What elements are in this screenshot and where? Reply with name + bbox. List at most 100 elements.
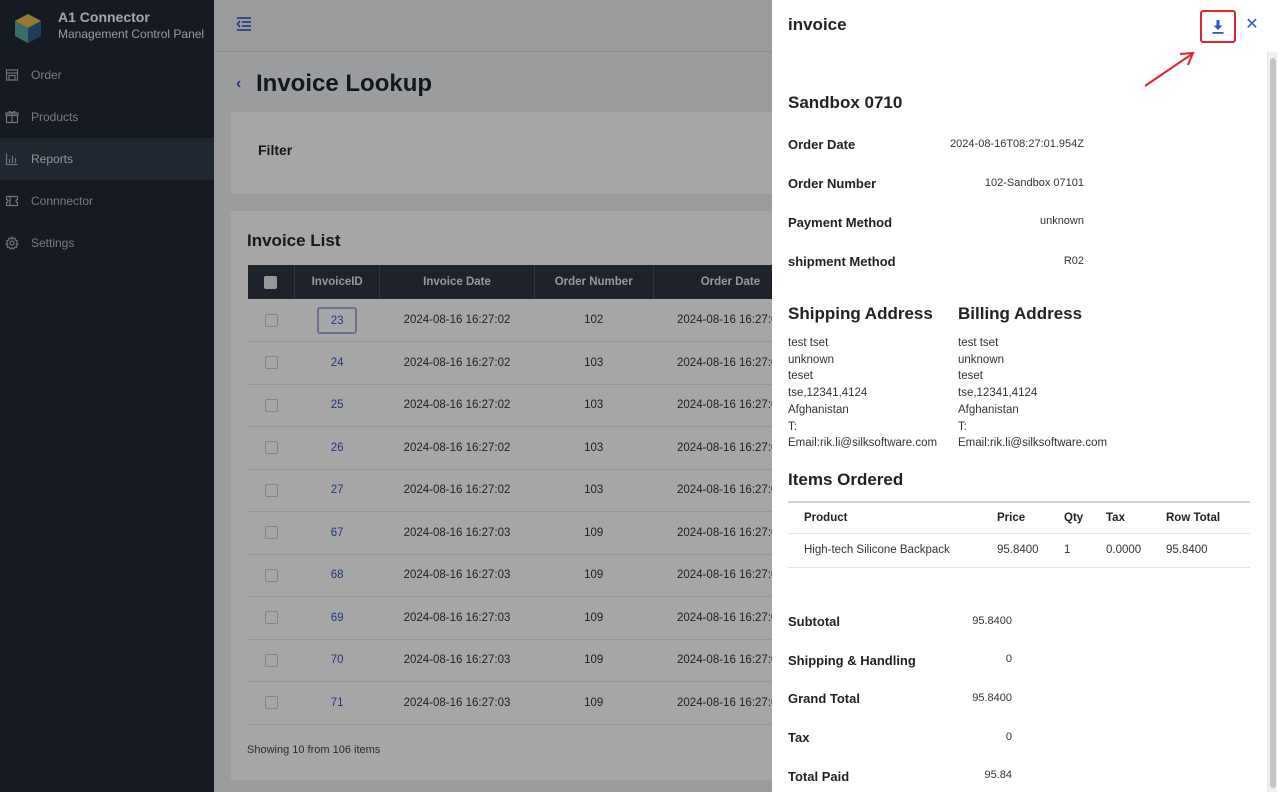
sidebar-item-label: Products: [31, 110, 79, 124]
chevron-left-icon[interactable]: ‹: [236, 76, 250, 92]
row-checkbox[interactable]: [264, 568, 278, 582]
download-button[interactable]: [1200, 10, 1236, 43]
select-all-checkbox[interactable]: [264, 275, 278, 289]
table-row: 69 2024-08-16 16:27:03 109 2024-08-16 16…: [248, 596, 808, 640]
items-ordered-heading: Items Ordered: [788, 470, 904, 489]
invoice-date-cell: 2024-08-16 16:27:02: [379, 299, 535, 342]
invoice-date-cell: 2024-08-16 16:27:03: [379, 596, 535, 640]
drawer-scrollbar[interactable]: [1267, 52, 1277, 792]
column-header[interactable]: Invoice Date: [379, 265, 535, 299]
address-line: Afghanistan: [788, 403, 849, 416]
table-row: 24 2024-08-16 16:27:02 103 2024-08-16 16…: [248, 341, 808, 385]
detail-value: unknown: [1039, 215, 1084, 227]
row-total-cell: 95.8400: [1166, 533, 1250, 568]
row-checkbox[interactable]: [264, 611, 278, 625]
table-row: 27 2024-08-16 16:27:02 103 2024-08-16 16…: [248, 469, 808, 512]
address-line: tse,12341,4124: [958, 387, 1038, 400]
row-checkbox[interactable]: [264, 696, 278, 710]
column-header: Row Total: [1166, 502, 1250, 534]
invoice-id-link[interactable]: 71: [331, 697, 344, 709]
invoice-id-link[interactable]: 70: [331, 654, 344, 666]
items-table: Product Price Qty Tax Row Total High-tec…: [788, 501, 1250, 568]
invoice-date-cell: 2024-08-16 16:27:02: [379, 341, 535, 385]
invoice-id-link[interactable]: 23: [317, 306, 358, 334]
order-number-cell: 109: [534, 511, 654, 555]
address-line: tse,12341,4124: [788, 387, 868, 400]
invoice-id-cell: 27: [294, 469, 380, 512]
shipping-handling-label: Shipping & Handling: [788, 653, 916, 668]
address-line: Email:rik.li@silksoftware.com: [788, 437, 938, 450]
invoice-id-link[interactable]: 27: [331, 484, 344, 496]
order-number-cell: 109: [534, 596, 654, 640]
close-icon[interactable]: ✕: [1244, 14, 1260, 33]
brand: A1 Connector Management Control Panel: [12, 8, 204, 44]
column-header[interactable]: Order Number: [534, 265, 654, 299]
detail-value: 102-Sandbox 07101: [984, 177, 1084, 189]
sidebar: A1 Connector Management Control Panel Or…: [0, 0, 214, 792]
column-header[interactable]: InvoiceID: [294, 265, 381, 299]
tax-cell: 0.0000: [1106, 533, 1166, 568]
row-checkbox[interactable]: [264, 483, 278, 497]
bar-chart-icon: [5, 152, 19, 166]
address-line: unknown: [958, 353, 1005, 366]
table-row: 70 2024-08-16 16:27:03 109 2024-08-16 16…: [248, 639, 808, 682]
menu-fold-icon[interactable]: [234, 14, 254, 34]
column-header: Price: [997, 502, 1064, 534]
order-number-cell: 103: [534, 426, 654, 470]
sidebar-item-connector[interactable]: Connnector: [0, 180, 214, 222]
shipping-handling-value: 0: [1005, 653, 1012, 665]
invoice-id-link[interactable]: 68: [331, 569, 344, 581]
invoice-id-link[interactable]: 25: [331, 399, 344, 411]
address-line: Email:rik.li@silksoftware.com: [958, 437, 1108, 450]
sidebar-item-settings[interactable]: Settings: [0, 222, 214, 264]
row-checkbox[interactable]: [264, 398, 278, 412]
row-checkbox[interactable]: [264, 356, 278, 370]
invoice-id-cell: 69: [294, 596, 380, 640]
column-header: Qty: [1064, 502, 1106, 534]
filter-title[interactable]: Filter: [258, 142, 292, 158]
sidebar-item-reports[interactable]: Reports: [0, 138, 214, 180]
order-number-cell: 102: [534, 299, 654, 342]
scrollbar-thumb[interactable]: [1270, 58, 1276, 788]
invoice-date-cell: 2024-08-16 16:27:03: [379, 639, 535, 682]
invoice-id-cell: 26: [294, 426, 380, 470]
sidebar-item-order[interactable]: Order: [0, 54, 214, 96]
table-row: 68 2024-08-16 16:27:03 109 2024-08-16 16…: [248, 554, 808, 597]
total-paid-value: 95.84: [984, 769, 1012, 781]
order-number-cell: 103: [534, 384, 654, 427]
address-line: unknown: [788, 353, 835, 366]
page-title: Invoice Lookup: [256, 70, 433, 97]
row-select-cell: [248, 299, 295, 342]
row-select-cell: [248, 469, 295, 512]
row-checkbox[interactable]: [264, 526, 278, 540]
sidebar-item-products[interactable]: Products: [0, 96, 214, 138]
invoice-date-cell: 2024-08-16 16:27:03: [379, 681, 535, 725]
order-number-cell: 109: [534, 554, 654, 597]
store-name: Sandbox 0710: [788, 93, 903, 112]
sidebar-item-label: Settings: [31, 236, 75, 250]
invoice-id-link[interactable]: 67: [331, 527, 344, 539]
ticket-icon: [5, 194, 19, 208]
invoice-id-cell: 25: [294, 384, 380, 427]
invoice-drawer: invoice ✕ Sandbox 0710 Order Date 2024-0…: [772, 0, 1280, 792]
sidebar-item-label: Connnector: [31, 194, 94, 208]
row-select-cell: [248, 384, 295, 427]
invoice-date-cell: 2024-08-16 16:27:03: [379, 511, 535, 555]
invoice-id-link[interactable]: 24: [331, 357, 344, 369]
row-checkbox[interactable]: [264, 653, 278, 667]
drawer-title: invoice: [788, 15, 847, 34]
subtotal-label: Subtotal: [788, 614, 840, 629]
store-icon: [5, 68, 19, 82]
item-row: High-tech Silicone Backpack 95.8400 1 0.…: [788, 533, 1250, 568]
order-number-cell: 103: [534, 469, 654, 512]
sidebar-item-label: Order: [31, 68, 62, 82]
invoice-id-link[interactable]: 69: [331, 612, 344, 624]
invoice-date-cell: 2024-08-16 16:27:03: [379, 554, 535, 597]
row-checkbox[interactable]: [264, 313, 278, 327]
row-checkbox[interactable]: [264, 441, 278, 455]
pagination-summary: Showing 10 from 106 items: [247, 744, 381, 756]
address-line: test tset: [788, 337, 829, 349]
billing-address: test tset unknown teset tse,12341,4124 A…: [958, 335, 1107, 452]
tax-label: Tax: [788, 730, 810, 745]
invoice-id-link[interactable]: 26: [331, 442, 344, 454]
